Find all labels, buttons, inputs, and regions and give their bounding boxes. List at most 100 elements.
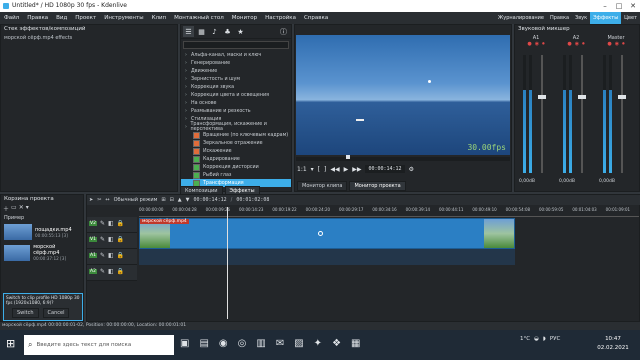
play-icon[interactable]: ▶ (344, 166, 349, 173)
menu-clip[interactable]: Клип (148, 15, 171, 21)
file-explorer-icon[interactable]: ▤ (199, 338, 208, 349)
edge-icon[interactable]: ◉ (219, 338, 228, 349)
fader-handle[interactable] (618, 95, 626, 99)
bin-clip[interactable]: морской сёрф.mp4 00:00:37:12 [3] (1, 242, 83, 263)
zone-in-icon[interactable]: [ (318, 166, 320, 173)
folder-icon[interactable]: ▭ (11, 204, 17, 213)
menu-tools[interactable]: Инструменты (100, 15, 147, 21)
monitor-ruler[interactable] (296, 155, 510, 161)
mute-icon[interactable]: ● (567, 41, 571, 47)
store-icon[interactable]: ▥ (256, 338, 265, 349)
effect-item[interactable]: › Генерирование (181, 59, 291, 67)
track-target-icon[interactable]: ✎ (100, 268, 105, 275)
tray-weather[interactable]: 1°C (520, 336, 530, 342)
menu-view[interactable]: Вид (52, 15, 71, 21)
track-target-icon[interactable]: ✎ (100, 220, 105, 227)
audio-effects-icon[interactable]: ♪ (209, 26, 220, 37)
track-name[interactable]: A1 (89, 253, 97, 258)
track-name[interactable]: V2 (89, 221, 97, 226)
cancel-button[interactable]: Cancel (42, 308, 70, 318)
effect-stack-item[interactable]: морской сёрф.mp4 effects (1, 33, 177, 43)
menu-project[interactable]: Проект (71, 15, 100, 21)
effect-item[interactable]: Коррекция дисторсии (181, 163, 291, 171)
forward-icon[interactable]: ▶▶ (352, 166, 361, 173)
timeline-ruler[interactable]: 00:00:00:00 00:00:04:28 00:00:09:26 00:00:1… (139, 207, 639, 217)
language-indicator[interactable]: РУС (550, 336, 561, 342)
effect-item[interactable]: Зеркальное отражение (181, 139, 291, 147)
effect-item[interactable]: Кадрирование (181, 155, 291, 163)
record-icon[interactable]: ⏺ (582, 41, 585, 47)
filter-icon[interactable]: ▾ (26, 204, 29, 213)
track-mute-icon[interactable]: ◧ (108, 268, 114, 275)
layout-effects[interactable]: Эффекты (590, 12, 622, 24)
effect-item[interactable]: › Движение (181, 67, 291, 75)
track-target-icon[interactable]: ✎ (100, 252, 105, 259)
monitor-settings-icon[interactable]: ⚙ (409, 166, 414, 173)
bin-clip[interactable]: пощадки.mp4 00:00:55:13 [3] (1, 222, 83, 242)
zone-out-icon[interactable]: ] (324, 166, 326, 173)
windows-start-icon[interactable]: ⊞ (6, 338, 18, 350)
custom-effects-icon[interactable]: ♣ (222, 26, 233, 37)
mute-icon[interactable]: ● (527, 41, 531, 47)
menu-timeline[interactable]: Монтажный стол (170, 15, 228, 21)
minimize-icon[interactable]: – (598, 0, 612, 12)
close-icon[interactable]: ✕ (626, 0, 640, 12)
timeline-timecode[interactable]: 00:00:14:12 (194, 197, 227, 203)
track-lock-icon[interactable]: 🔒 (117, 236, 124, 243)
effect-item[interactable]: › Трансформация, искажение и перспектива (181, 122, 291, 132)
effect-item[interactable]: › Коррекция цвета и освещения (181, 91, 291, 99)
effect-item[interactable]: › Размывание и резкость (181, 107, 291, 115)
solo-icon[interactable]: ◉ (535, 41, 539, 47)
fader-track[interactable] (618, 55, 626, 173)
switch-button[interactable]: Switch (12, 308, 39, 318)
track-mute-icon[interactable]: ◧ (108, 236, 114, 243)
cut-tool-icon[interactable]: ✂ (97, 197, 101, 203)
record-icon[interactable]: ⏺ (542, 41, 545, 47)
track-lock-icon[interactable]: 🔒 (117, 220, 124, 227)
tab-project-monitor[interactable]: Монитор проекта (349, 181, 406, 191)
effect-item[interactable]: Искажение (181, 147, 291, 155)
layout-editing[interactable]: Правка (547, 12, 572, 24)
effect-item[interactable]: › На основе (181, 99, 291, 107)
info-icon[interactable]: ⓘ (278, 26, 289, 37)
layout-color[interactable]: Цвет (621, 12, 640, 24)
effect-item[interactable]: › Альфа-канал, маски и ключ (181, 51, 291, 59)
audio-clip[interactable] (139, 249, 515, 265)
effect-item[interactable]: › Коррекция звука (181, 83, 291, 91)
effect-item[interactable]: Рыбий глаз (181, 171, 291, 179)
volume-icon[interactable]: ◗ (543, 336, 546, 342)
track-target-icon[interactable]: ✎ (100, 236, 105, 243)
mail-icon[interactable]: ✉ (276, 338, 284, 349)
chrome-icon[interactable]: ◎ (238, 338, 247, 349)
app-icon-2[interactable]: ✦ (314, 338, 322, 349)
tab-clip-monitor[interactable]: Монитор клипа (297, 181, 348, 191)
fader-handle[interactable] (578, 95, 586, 99)
menu-settings[interactable]: Настройка (261, 15, 300, 21)
photos-icon[interactable]: ▨ (294, 338, 303, 349)
spacer-tool-icon[interactable]: ↔ (105, 197, 109, 203)
effects-search-input[interactable] (183, 41, 289, 49)
video-effects-icon[interactable]: ▦ (196, 26, 207, 37)
favorites-icon[interactable]: ★ (235, 26, 246, 37)
timeline-clip[interactable]: морской сёрф.mp4 (139, 218, 515, 249)
solo-icon[interactable]: ◉ (575, 41, 579, 47)
taskbar-search[interactable]: ⌕ Введите здесь текст для поиска (24, 335, 174, 355)
kdenlive-taskbar-icon[interactable]: ▦ (351, 338, 360, 349)
record-icon[interactable]: ⏺ (622, 41, 625, 47)
effect-item[interactable]: Вращение (по ключевым кадрам) (181, 131, 291, 139)
zoom-chevron-icon[interactable]: ▾ (311, 166, 314, 173)
effect-item[interactable]: › Зернистость и шум (181, 75, 291, 83)
mute-icon[interactable]: ● (607, 41, 611, 47)
layout-audio[interactable]: Звук (572, 12, 590, 24)
overwrite-icon[interactable]: ⊞ (161, 197, 165, 203)
extract-icon[interactable]: ▼ (186, 197, 190, 203)
list-icon[interactable]: ☰ (183, 26, 194, 37)
maximize-icon[interactable]: □ (612, 0, 626, 12)
add-clip-icon[interactable]: ＋ (3, 204, 9, 213)
track-lock-icon[interactable]: 🔒 (117, 268, 124, 275)
monitor-timecode[interactable]: 00:00:14:12 (365, 165, 405, 173)
zoom-level[interactable]: 1:1 (297, 166, 307, 173)
select-tool-icon[interactable]: ➤ (89, 197, 93, 203)
network-icon[interactable]: ◒ (534, 336, 539, 342)
track-mute-icon[interactable]: ◧ (108, 220, 114, 227)
